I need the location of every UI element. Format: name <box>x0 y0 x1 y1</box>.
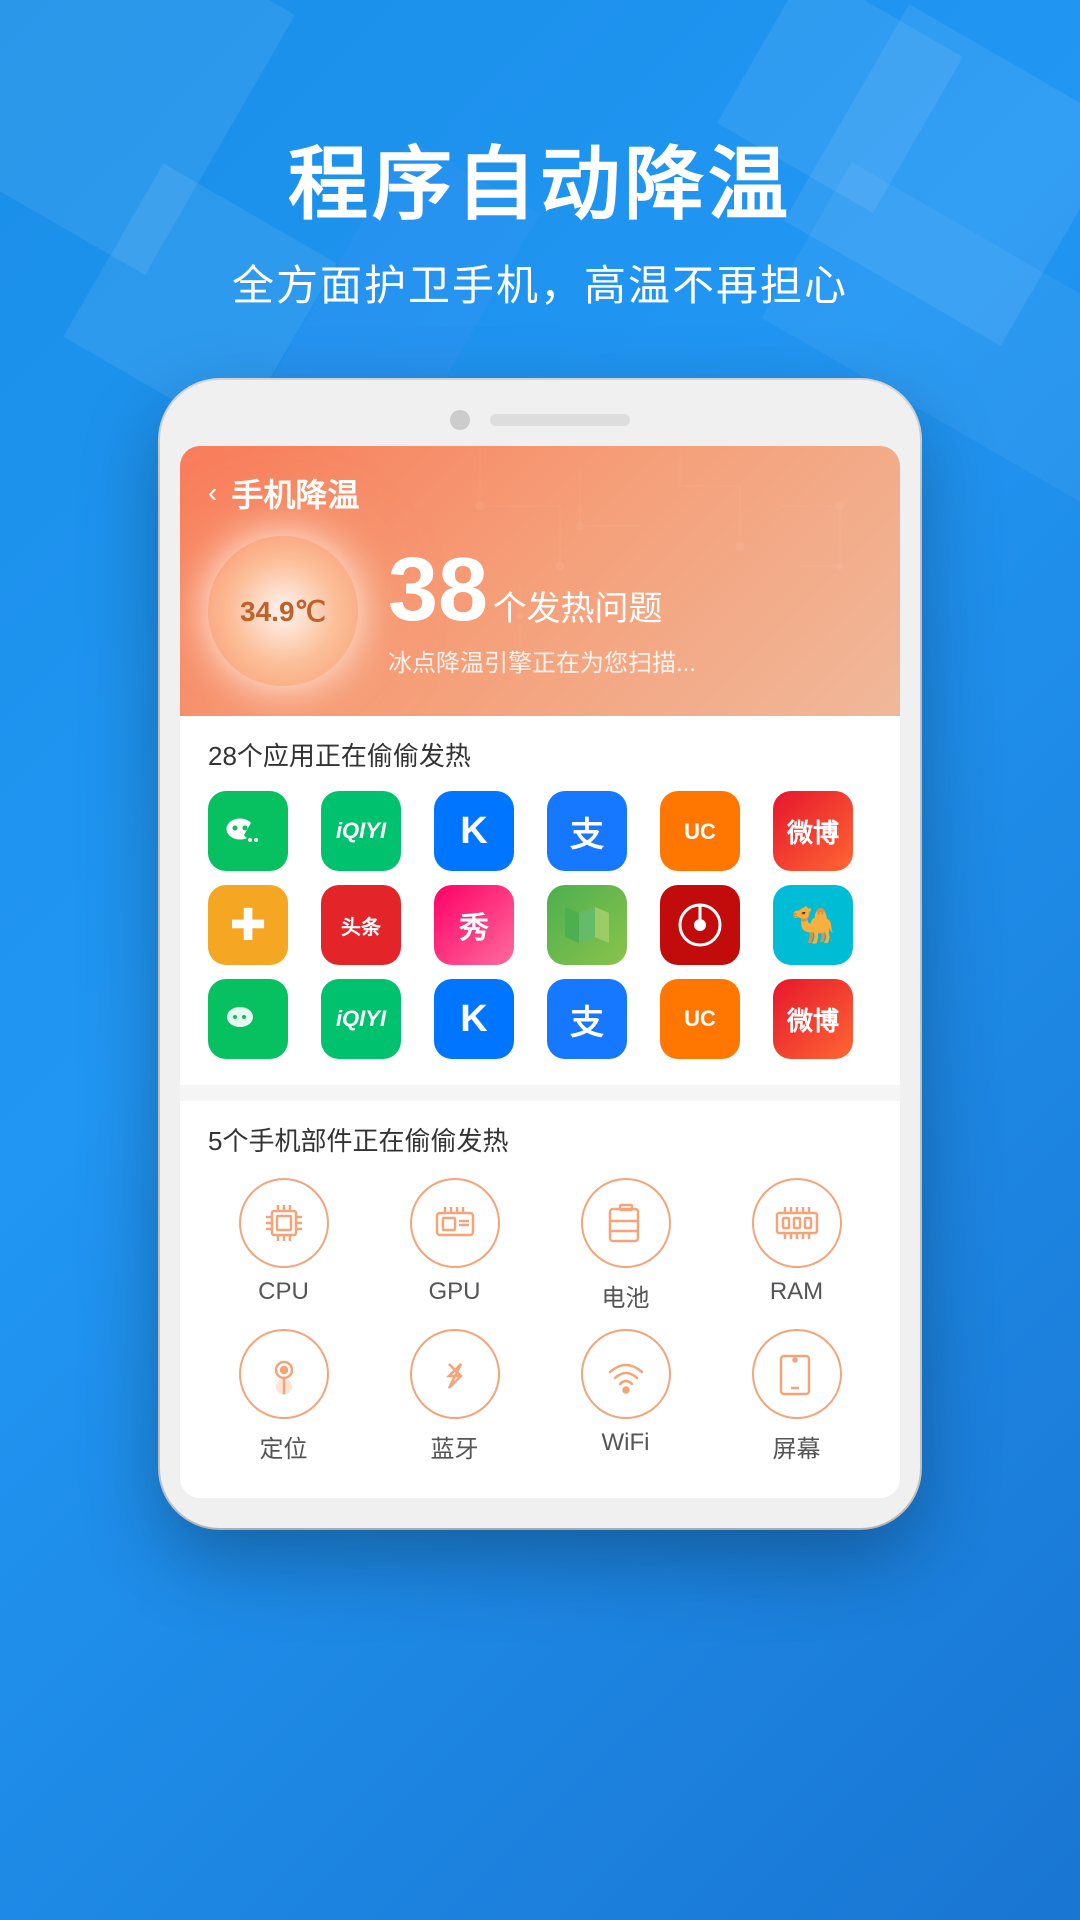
component-ram[interactable]: RAM <box>721 1178 872 1313</box>
screen-label: 屏幕 <box>773 1429 821 1464</box>
issue-count-row: 38 个发热问题 <box>388 545 872 635</box>
page-title: 程序自动降温 <box>0 120 1080 236</box>
components-section-title: 5个手机部件正在偷偷发热 <box>208 1121 872 1158</box>
app-icon-kugou-2[interactable]: K <box>434 979 514 1059</box>
components-grid: CPU GPU <box>208 1178 872 1313</box>
app-navigation: ‹ 手机降温 <box>208 470 872 516</box>
app-icon-weibo-2[interactable]: 微博 <box>773 979 853 1059</box>
gpu-icon <box>410 1178 500 1268</box>
location-icon <box>239 1329 329 1419</box>
section-divider <box>180 1085 900 1101</box>
component-location[interactable]: 定位 <box>208 1329 359 1464</box>
gpu-label: GPU <box>428 1278 480 1306</box>
apps-grid: iQIYI K 支 UC 微博 ✚ <box>208 791 872 1059</box>
cpu-icon <box>239 1178 329 1268</box>
app-icon-kugou[interactable]: K <box>434 791 514 871</box>
bluetooth-label: 蓝牙 <box>431 1429 479 1464</box>
app-title: 手机降温 <box>231 470 359 516</box>
wifi-label: WiFi <box>602 1429 650 1457</box>
temperature-value: 34.9℃ <box>240 595 326 628</box>
scanning-text: 冰点降温引擎正在为您扫描... <box>388 643 872 678</box>
temperature-info: 38 个发热问题 冰点降温引擎正在为您扫描... <box>388 545 872 678</box>
app-icon-wechat[interactable] <box>208 791 288 871</box>
issue-count: 38 <box>388 540 488 640</box>
app-header: ‹ 手机降温 34.9℃ 38 个发热问题 冰点降温引擎正在为您扫描... <box>180 446 900 716</box>
app-icon-maps[interactable] <box>547 885 627 965</box>
phone-screen: ‹ 手机降温 34.9℃ 38 个发热问题 冰点降温引擎正在为您扫描... <box>180 446 900 1498</box>
app-icon-weibo[interactable]: 微博 <box>773 791 853 871</box>
phone-frame: ‹ 手机降温 34.9℃ 38 个发热问题 冰点降温引擎正在为您扫描... <box>160 380 920 1528</box>
ram-label: RAM <box>770 1278 823 1306</box>
issue-label: 个发热问题 <box>493 590 663 628</box>
app-icon-uc[interactable]: UC <box>660 791 740 871</box>
phone-top-bar <box>180 410 900 430</box>
apps-section-title: 28个应用正在偷偷发热 <box>208 736 872 773</box>
app-icon-uc-2[interactable]: UC <box>660 979 740 1059</box>
ram-icon <box>752 1178 842 1268</box>
component-gpu[interactable]: GPU <box>379 1178 530 1313</box>
page-header: 程序自动降温 全方面护卫手机，高温不再担心 <box>0 120 1080 313</box>
battery-icon <box>581 1178 671 1268</box>
components-section: 5个手机部件正在偷偷发热 <box>180 1101 900 1498</box>
app-icon-xiu[interactable]: 秀 <box>434 885 514 965</box>
location-label: 定位 <box>260 1429 308 1464</box>
wifi-icon <box>581 1329 671 1419</box>
phone-mockup: ‹ 手机降温 34.9℃ 38 个发热问题 冰点降温引擎正在为您扫描... <box>160 380 920 1528</box>
phone-speaker <box>490 414 630 426</box>
component-screen[interactable]: 屏幕 <box>721 1329 872 1464</box>
component-cpu[interactable]: CPU <box>208 1178 359 1313</box>
bluetooth-icon <box>410 1329 500 1419</box>
component-bluetooth[interactable]: 蓝牙 <box>379 1329 530 1464</box>
app-icon-alipay[interactable]: 支 <box>547 791 627 871</box>
temperature-section: 34.9℃ 38 个发热问题 冰点降温引擎正在为您扫描... <box>208 536 872 686</box>
screen-icon <box>752 1329 842 1419</box>
app-icon-camel[interactable]: 🐪 <box>773 885 853 965</box>
component-wifi[interactable]: WiFi <box>550 1329 701 1464</box>
app-icon-health[interactable]: ✚ <box>208 885 288 965</box>
components-grid-row2: 定位 蓝牙 <box>208 1329 872 1474</box>
app-icon-netease[interactable] <box>660 885 740 965</box>
svg-text:UC: UC <box>684 819 716 844</box>
app-icon-alipay-2[interactable]: 支 <box>547 979 627 1059</box>
app-icon-iqiyi[interactable]: iQIYI <box>321 791 401 871</box>
apps-section: 28个应用正在偷偷发热 iQIYI K 支 <box>180 716 900 1085</box>
app-icon-wechat-2[interactable] <box>208 979 288 1059</box>
phone-camera <box>450 410 470 430</box>
component-battery[interactable]: 电池 <box>550 1178 701 1313</box>
back-button[interactable]: ‹ <box>208 477 217 509</box>
page-subtitle: 全方面护卫手机，高温不再担心 <box>0 252 1080 313</box>
app-icon-iqiyi-2[interactable]: iQIYI <box>321 979 401 1059</box>
app-icon-toutiao[interactable]: 头条 <box>321 885 401 965</box>
temperature-circle: 34.9℃ <box>208 536 358 686</box>
battery-label: 电池 <box>602 1278 650 1313</box>
cpu-label: CPU <box>258 1278 309 1306</box>
